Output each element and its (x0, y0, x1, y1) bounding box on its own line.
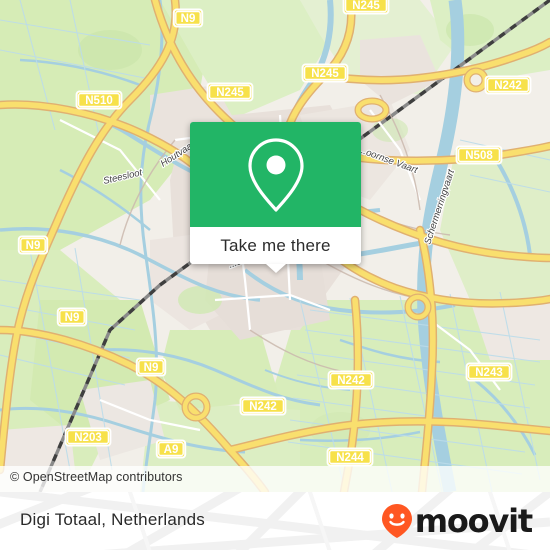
road-shield-label: N203 (74, 432, 102, 444)
road-shield: N242 (484, 75, 532, 95)
road-shield-label: N242 (494, 80, 522, 92)
map-canvas[interactable]: SteeslootHoutvaart...oornse Vaart...degr… (0, 0, 550, 492)
map-pin-icon (247, 137, 304, 212)
moovit-location-card: SteeslootHoutvaart...oornse Vaart...degr… (0, 0, 550, 550)
road-shield-label: N9 (181, 13, 196, 25)
road-shield-label: N245 (352, 0, 380, 12)
road-shield: A9 (155, 439, 187, 459)
road-shield-label: N510 (85, 95, 113, 107)
road-shield-label: N508 (465, 150, 493, 162)
road-shield: N9 (172, 8, 204, 28)
road-shield: N245 (342, 0, 390, 15)
road-shield: N245 (301, 63, 349, 83)
road-shield-label: N9 (144, 362, 159, 374)
road-shield: N242 (327, 370, 375, 390)
moovit-wordmark: moovit (414, 502, 533, 540)
road-shield: N9 (135, 357, 167, 377)
moovit-pin-smiley-icon (381, 504, 412, 538)
road-shield: N244 (326, 447, 374, 467)
road-shield: N510 (75, 90, 123, 110)
road-shield-label: N9 (26, 240, 41, 252)
road-shield: N243 (465, 362, 513, 382)
road-shield: N508 (455, 145, 503, 165)
osm-attribution[interactable]: © OpenStreetMap contributors (0, 466, 550, 492)
road-shield-label: A9 (164, 444, 179, 456)
road-shield-label: N243 (475, 367, 503, 379)
road-shield-label: N245 (311, 68, 339, 80)
location-callout-card[interactable]: Take me there (190, 122, 361, 273)
road-shield-label: N242 (249, 401, 277, 413)
road-shield: N242 (239, 396, 287, 416)
callout-tail (265, 264, 286, 273)
callout-pin-area (190, 122, 361, 227)
road-shield-label: N244 (336, 452, 364, 464)
road-shield-label: N242 (337, 375, 365, 387)
road-shield: N9 (17, 235, 49, 255)
road-shield: N9 (56, 307, 88, 327)
road-shield-label: N9 (65, 312, 80, 324)
take-me-there-button[interactable]: Take me there (190, 227, 361, 264)
footer-bar: Digi Totaal, Netherlands moovit (0, 492, 550, 550)
moovit-logo[interactable]: moovit (380, 502, 533, 540)
road-shield-label: N245 (216, 87, 244, 99)
location-title: Digi Totaal, Netherlands (20, 510, 205, 529)
road-shield: N245 (206, 82, 254, 102)
road-shield: N203 (64, 427, 112, 447)
